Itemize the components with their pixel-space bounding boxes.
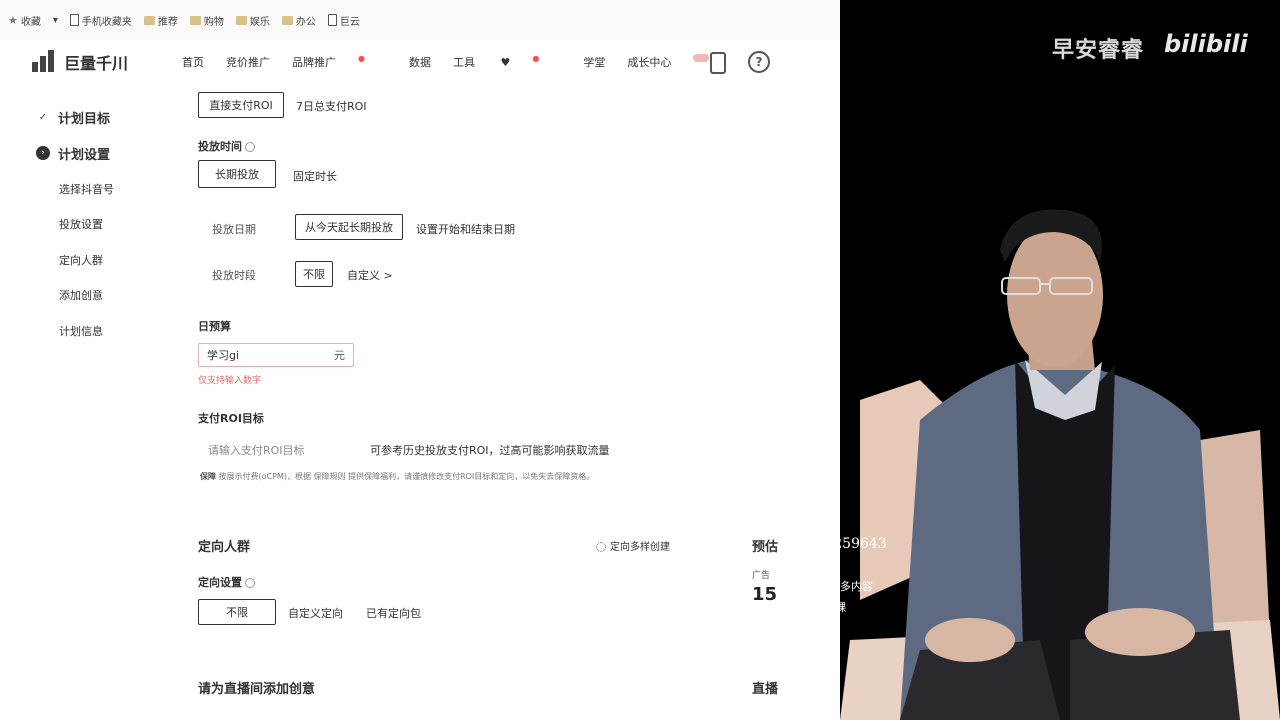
top-nav: 巨量千川 首页 竞价推广 品牌推广 ● 数据 工具 ♥ ● 学堂 成长中心 ? xyxy=(0,40,840,84)
webcam-panel: 早安睿睿 bilibili xyxy=(840,0,1280,720)
delivery-period-label: 投放时段 xyxy=(212,269,256,282)
daily-budget-input[interactable]: 学习gi 元 xyxy=(198,343,354,367)
creative-title: 请为直播间添加创意 xyxy=(198,682,316,697)
bookmark-favorites[interactable]: ★ 收藏 xyxy=(8,13,41,28)
bookmark-folder-1[interactable]: 购物 xyxy=(189,13,224,28)
delivery-period-custom[interactable]: 自定义 > xyxy=(347,267,393,283)
folder-icon xyxy=(281,15,293,25)
bookmark-last[interactable]: 巨云 xyxy=(327,13,360,28)
info-icon[interactable] xyxy=(245,142,255,152)
nav-menu: 首页 竞价推广 品牌推广 ● 数据 工具 ♥ ● 学堂 成长中心 xyxy=(182,54,753,70)
daily-budget-label: 日预算 xyxy=(198,320,231,333)
delivery-date-range-option[interactable]: 设置开始和结束日期 xyxy=(416,221,515,237)
preview-sub: 广告 xyxy=(752,571,771,581)
nav-item-brand[interactable]: 品牌推广 ● xyxy=(292,54,387,70)
nav-item-bidding[interactable]: 竞价推广 xyxy=(226,54,270,70)
delivery-time-label: 投放时间 xyxy=(198,138,255,154)
nav-item-tools[interactable]: 工具 ♥ ● xyxy=(453,54,561,70)
dot-badge-icon: ● xyxy=(532,54,540,63)
promo-line-0: v:1690259643 xyxy=(785,536,887,552)
info-icon[interactable] xyxy=(245,578,255,588)
check-icon: ✓ xyxy=(38,112,48,124)
arrow-circle-icon: › xyxy=(36,146,50,161)
preview-bottom: 直播 xyxy=(752,682,779,697)
sidebar-item-plan-settings[interactable]: › 计划设置 xyxy=(36,136,176,172)
dot-badge-icon: ● xyxy=(358,54,365,63)
daily-budget-unit: 元 xyxy=(334,349,345,362)
chevron-down-icon[interactable]: ▾ xyxy=(53,15,58,26)
audience-existing-pack[interactable]: 已有定向包 xyxy=(366,605,421,621)
star-icon: ★ xyxy=(8,13,18,27)
nav-item-school[interactable]: 学堂 xyxy=(583,54,605,70)
phone-icon xyxy=(69,14,79,26)
preview-number: 15 xyxy=(752,584,778,605)
delivery-date-long-term[interactable]: 从今天起长期投放 xyxy=(295,214,403,240)
roi-target-hint: 可参考历史投放支付ROI，过高可能影响获取流量 xyxy=(370,444,610,457)
delivery-fixed-duration-button[interactable]: 固定时长 xyxy=(293,168,337,184)
new-badge-icon xyxy=(693,54,710,62)
promo-line-4: 超低价筹课 xyxy=(785,622,840,635)
bookmark-folder-2[interactable]: 娱乐 xyxy=(235,13,270,28)
sidebar-item-plan-info[interactable]: 计划信息 xyxy=(36,313,176,349)
bookmark-folder-3[interactable]: 办公 xyxy=(281,13,316,28)
audience-custom[interactable]: 自定义定向 xyxy=(288,605,343,621)
phone-icon xyxy=(327,14,337,26)
bookmark-mobile[interactable]: 手机收藏夹 xyxy=(69,13,132,28)
mobile-icon[interactable] xyxy=(710,52,726,74)
tab-direct-roi[interactable]: 直接支付ROI xyxy=(198,92,284,118)
nav-item-home[interactable]: 首页 xyxy=(182,54,204,70)
help-icon[interactable]: ? xyxy=(748,51,770,73)
delivery-date-label: 投放日期 xyxy=(212,223,256,236)
promo-line-2: 免费获取更多内容 xyxy=(785,580,873,593)
bookmarks-bar: ★ 收藏 ▾ 手机收藏夹 推荐 购物 娱乐 办公 巨云 xyxy=(0,0,840,40)
daily-budget-value: 学习gi xyxy=(207,349,240,362)
tab-7day-roi[interactable]: 7日总支付ROI xyxy=(296,98,367,114)
promo-overlay: v:1690259643 兮兮一手课 免费获取更多内容 加v每周送课 超低价筹课 xyxy=(785,534,887,639)
promo-line-3: 加v每周送课 xyxy=(785,601,847,614)
delivery-period-unlimited[interactable]: 不限 xyxy=(295,261,333,287)
roi-target-label: 支付ROI目标 xyxy=(198,412,264,425)
sidebar: ✓ 计划目标 › 计划设置 选择抖音号 投放设置 定向人群 添加创意 计划信息 xyxy=(36,100,176,349)
nav-item-data[interactable]: 数据 xyxy=(409,54,431,70)
audience-multi-create[interactable]: 定向多样创建 xyxy=(596,538,670,553)
promo-line-1: 兮兮一手课 xyxy=(785,559,840,572)
sidebar-item-plan-goal[interactable]: ✓ 计划目标 xyxy=(36,100,176,136)
sidebar-item-delivery[interactable]: 投放设置 xyxy=(36,207,176,243)
folder-icon xyxy=(143,15,155,25)
guarantee-note: 保障 按展示付费(oCPM)，根据 保障规则 提供保障福利，请谨慎修改支付ROI… xyxy=(200,472,595,481)
folder-icon xyxy=(189,15,201,25)
logo-mark-icon xyxy=(32,50,60,74)
audience-unlimited[interactable]: 不限 xyxy=(198,599,276,625)
preview-title: 预估 xyxy=(752,540,779,555)
daily-budget-error: 仅支持输入数字 xyxy=(198,376,262,386)
heart-icon: ♥ xyxy=(500,56,511,69)
guarantee-badge: 保障 xyxy=(200,472,216,481)
roi-target-input[interactable]: 请输入支付ROI目标 xyxy=(208,442,305,458)
folder-icon xyxy=(235,15,247,25)
presenter-video xyxy=(840,209,1280,720)
audience-setting-label: 定向设置 xyxy=(198,574,255,590)
delivery-long-term-button[interactable]: 长期投放 xyxy=(198,160,276,188)
gear-icon xyxy=(596,542,606,552)
bookmark-folder-0[interactable]: 推荐 xyxy=(143,13,178,28)
sidebar-item-douyin[interactable]: 选择抖音号 xyxy=(36,171,176,207)
browser-window: ★ 收藏 ▾ 手机收藏夹 推荐 购物 娱乐 办公 巨云 巨量千川 首页 竞价推广 … xyxy=(0,0,840,720)
audience-title: 定向人群 xyxy=(198,540,251,555)
logo[interactable]: 巨量千川 xyxy=(32,50,128,74)
sidebar-item-creative[interactable]: 添加创意 xyxy=(36,278,176,314)
sidebar-item-audience[interactable]: 定向人群 xyxy=(36,242,176,278)
